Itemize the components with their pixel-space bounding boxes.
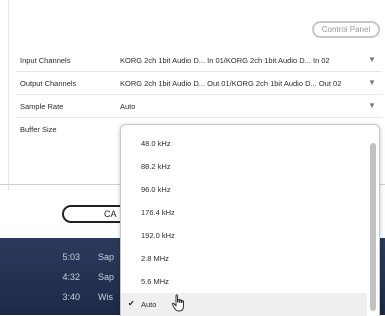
menu-item-label: 48.0 kHz [141, 139, 171, 148]
track-title: Sap [98, 252, 115, 262]
panel-edge [8, 0, 9, 190]
scrollbar-thumb[interactable] [370, 143, 376, 311]
chevron-down-icon[interactable]: ▼ [368, 101, 376, 110]
input-channels-label: Input Channels [20, 56, 71, 65]
output-channels-label: Output Channels [20, 79, 77, 88]
menu-item-176-4-khz[interactable]: 176.4 kHz [121, 201, 367, 224]
track-duration: 5:03 [62, 252, 80, 262]
sample-rate-dropdown-menu[interactable]: 48.0 kHz 88.2 kHz 96.0 kHz 176.4 kHz 192… [120, 124, 380, 316]
menu-item-96-khz[interactable]: 96.0 kHz [121, 178, 367, 201]
menu-item-192-khz[interactable]: 192.0 kHz [121, 224, 367, 247]
menu-item-88-2-khz[interactable]: 88.2 kHz [121, 155, 367, 178]
menu-item-auto[interactable]: ✔ Auto [121, 293, 367, 316]
buffer-size-label: Buffer Size [20, 125, 57, 134]
output-channels-value[interactable]: KORG 2ch 1bit Audio D... Out 01/KORG 2ch… [120, 79, 341, 88]
menu-item-48-khz[interactable]: 48.0 kHz [121, 132, 367, 155]
track-title: Sap [98, 272, 115, 282]
settings-row-output-channels[interactable]: Output Channels KORG 2ch 1bit Audio D...… [16, 72, 382, 95]
menu-item-label: 192.0 kHz [141, 231, 175, 240]
track-title: Wis [98, 292, 113, 302]
menu-item-label: 96.0 kHz [141, 185, 171, 194]
sample-rate-value[interactable]: Auto [120, 102, 135, 111]
dropdown-scrollbar[interactable] [368, 125, 379, 316]
track-duration: 4:32 [62, 272, 80, 282]
chevron-down-icon[interactable]: ▼ [368, 78, 376, 87]
settings-row-input-channels[interactable]: Input Channels KORG 2ch 1bit Audio D... … [16, 49, 382, 72]
menu-item-label: 5.6 MHz [141, 277, 169, 286]
control-panel-button[interactable]: Control Panel [312, 21, 380, 38]
sample-rate-label: Sample Rate [20, 102, 64, 111]
menu-item-5-6-mhz[interactable]: 5.6 MHz [121, 270, 367, 293]
menu-item-label: Auto [141, 300, 157, 309]
menu-item-2-8-mhz[interactable]: 2.8 MHz [121, 247, 367, 270]
menu-item-label: 88.2 kHz [141, 162, 171, 171]
menu-item-label: 176.4 kHz [141, 208, 175, 217]
settings-row-sample-rate[interactable]: Sample Rate Auto ▼ [16, 95, 382, 118]
track-duration: 3:40 [62, 292, 80, 302]
chevron-down-icon[interactable]: ▼ [368, 55, 376, 64]
checkmark-icon: ✔ [128, 299, 135, 308]
hand-pointer-icon [171, 294, 184, 312]
input-channels-value[interactable]: KORG 2ch 1bit Audio D... In 01/KORG 2ch … [120, 56, 330, 65]
menu-item-label: 2.8 MHz [141, 254, 169, 263]
